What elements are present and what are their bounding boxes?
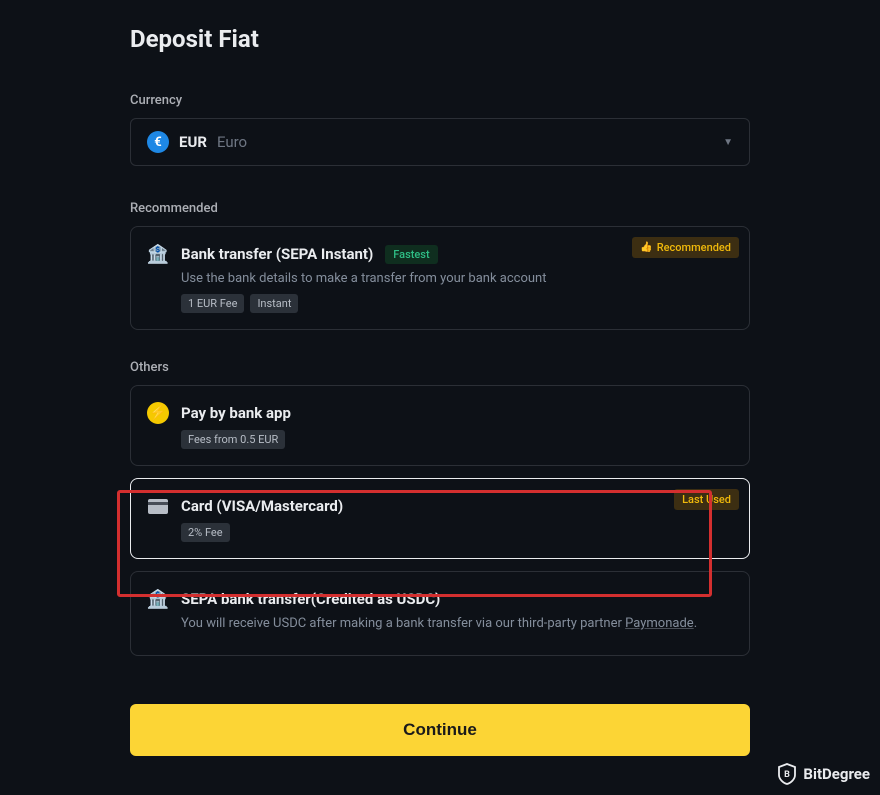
recommended-badge: 👍 Recommended xyxy=(632,237,739,258)
recommended-badge-text: Recommended xyxy=(657,241,731,254)
desc-suffix: . xyxy=(694,616,697,631)
others-section: Others ⚡ Pay by bank app Fees from 0.5 E… xyxy=(130,360,750,656)
currency-label: Currency xyxy=(130,93,750,108)
bank-icon: 🏦 xyxy=(147,588,169,610)
recommended-section: Recommended 👍 Recommended 🏦 Bank transfe… xyxy=(130,201,750,330)
recommended-label: Recommended xyxy=(130,201,750,216)
svg-text:B: B xyxy=(785,770,791,780)
last-used-badge: Last Used xyxy=(674,489,739,510)
option-bank-transfer-sepa-instant[interactable]: 👍 Recommended 🏦 Bank transfer (SEPA Inst… xyxy=(130,226,750,330)
option-title: Card (VISA/Mastercard) xyxy=(181,497,343,515)
last-used-badge-text: Last Used xyxy=(682,493,731,506)
page-title: Deposit Fiat xyxy=(130,25,750,53)
chevron-down-icon: ▼ xyxy=(723,137,733,148)
option-description: You will receive USDC after making a ban… xyxy=(181,616,733,631)
option-title: Bank transfer (SEPA Instant) xyxy=(181,245,373,263)
lightning-icon: ⚡ xyxy=(147,402,169,424)
card-icon xyxy=(147,495,169,517)
currency-name: Euro xyxy=(217,133,247,151)
thumbs-up-icon: 👍 xyxy=(640,242,652,253)
currency-section: Currency € EUR Euro ▼ xyxy=(130,93,750,166)
option-title: SEPA bank transfer(Credited as USDC) xyxy=(181,590,440,608)
option-description: Use the bank details to make a transfer … xyxy=(181,271,733,286)
shield-icon: B xyxy=(777,763,797,785)
currency-value: € EUR Euro xyxy=(147,131,247,153)
currency-select[interactable]: € EUR Euro ▼ xyxy=(130,118,750,166)
others-label: Others xyxy=(130,360,750,375)
time-badge: Instant xyxy=(250,294,298,313)
option-title: Pay by bank app xyxy=(181,404,291,422)
option-pay-by-bank-app[interactable]: ⚡ Pay by bank app Fees from 0.5 EUR xyxy=(130,385,750,466)
partner-link[interactable]: Paymonade xyxy=(625,616,694,631)
currency-code: EUR xyxy=(179,133,207,151)
fastest-badge: Fastest xyxy=(385,245,437,264)
fee-badge: Fees from 0.5 EUR xyxy=(181,430,285,449)
bitdegree-logo: B BitDegree xyxy=(777,763,870,785)
continue-button[interactable]: Continue xyxy=(130,704,750,756)
bitdegree-text: BitDegree xyxy=(803,765,870,783)
desc-prefix: You will receive USDC after making a ban… xyxy=(181,616,625,631)
fee-badge: 2% Fee xyxy=(181,523,230,542)
fee-badge: 1 EUR Fee xyxy=(181,294,244,313)
option-sepa-bank-transfer-usdc[interactable]: 🏦 SEPA bank transfer(Credited as USDC) Y… xyxy=(130,571,750,656)
euro-icon: € xyxy=(147,131,169,153)
bank-icon: 🏦 xyxy=(147,243,169,265)
option-card-visa-mastercard[interactable]: Last Used Card (VISA/Mastercard) 2% Fee xyxy=(130,478,750,559)
